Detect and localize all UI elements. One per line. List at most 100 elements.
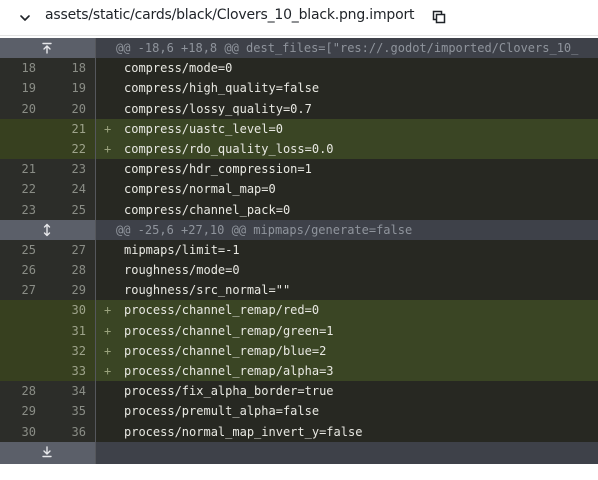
hunk-header: @@ -25,6 +27,10 @@ mipmaps/generate=fals… xyxy=(0,219,598,240)
code-text: compress/mode=0 xyxy=(124,61,233,76)
old-line-number: 26 xyxy=(21,263,36,278)
new-line-number: 25 xyxy=(71,202,86,217)
line-gutter: 28 34 xyxy=(0,381,96,402)
code-text: compress/rdo_quality_loss=0.0 xyxy=(124,141,334,156)
code-text: compress/channel_pack=0 xyxy=(124,202,291,217)
line-gutter: 21 23 xyxy=(0,159,96,180)
old-line-number: 30 xyxy=(21,424,36,439)
added-line: 31 + process/channel_remap/green=1 xyxy=(0,320,598,341)
code-text: compress/normal_map=0 xyxy=(124,182,276,197)
diff-plus-sign: + xyxy=(104,141,112,156)
new-line-number: 36 xyxy=(71,424,86,439)
code-text: compress/hdr_compression=1 xyxy=(124,162,312,177)
line-gutter: 26 28 xyxy=(0,260,96,281)
line-gutter: 29 35 xyxy=(0,401,96,422)
new-line-number: 20 xyxy=(71,101,86,116)
expand-up-icon[interactable] xyxy=(40,41,54,55)
context-line: 23 25 compress/channel_pack=0 xyxy=(0,199,598,220)
new-line-number: 23 xyxy=(71,162,86,177)
context-line: 18 18 compress/mode=0 xyxy=(0,58,598,79)
new-line-number: 18 xyxy=(71,61,86,76)
code-text: process/premult_alpha=false xyxy=(124,404,320,419)
old-line-number: 23 xyxy=(21,202,36,217)
old-line-number: 29 xyxy=(21,404,36,419)
diff-plus-sign: + xyxy=(104,303,112,318)
line-gutter: 19 19 xyxy=(0,78,96,99)
diff-plus-sign: + xyxy=(104,323,112,338)
new-line-number: 30 xyxy=(71,303,86,318)
chevron-down-icon[interactable] xyxy=(19,12,31,24)
line-gutter: 30 36 xyxy=(0,421,96,442)
old-line-number: 19 xyxy=(21,81,36,96)
line-gutter: 31 xyxy=(0,320,96,341)
code-text: process/fix_alpha_border=true xyxy=(124,384,334,399)
code-text: roughness/mode=0 xyxy=(124,263,240,278)
context-line: 29 35 process/premult_alpha=false xyxy=(0,401,598,422)
line-gutter: 22 xyxy=(0,138,96,160)
context-line: 27 29 roughness/src_normal="" xyxy=(0,280,598,301)
line-gutter: 27 29 xyxy=(0,280,96,301)
old-line-number: 18 xyxy=(21,61,36,76)
diff-plus-sign: + xyxy=(104,364,112,378)
line-gutter: 33 xyxy=(0,361,96,382)
diff-view: @@ -18,6 +18,8 @@ dest_files=["res://.go… xyxy=(0,38,598,464)
context-line: 25 27 mipmaps/limit=-1 xyxy=(0,239,598,261)
hunk-gutter xyxy=(0,219,96,240)
context-line: 28 34 process/fix_alpha_border=true xyxy=(0,381,598,402)
line-gutter: 18 18 xyxy=(0,58,96,79)
old-line-number: 27 xyxy=(21,283,36,298)
code-text: process/channel_remap/alpha=3 xyxy=(124,364,334,378)
added-line: 22 + compress/rdo_quality_loss=0.0 xyxy=(0,138,598,160)
code-text: compress/lossy_quality=0.7 xyxy=(124,101,312,116)
code-text: compress/uastc_level=0 xyxy=(124,121,283,136)
copy-path-icon[interactable] xyxy=(431,9,447,25)
file-header: assets/static/cards/black/Clovers_10_bla… xyxy=(0,0,598,36)
line-gutter: 20 20 xyxy=(0,98,96,119)
old-line-number: 28 xyxy=(21,384,36,399)
diff-plus-sign: + xyxy=(104,121,112,136)
added-line: 30 + process/channel_remap/red=0 xyxy=(0,300,598,321)
context-line: 20 20 compress/lossy_quality=0.7 xyxy=(0,98,598,119)
hunk-header-text: @@ -18,6 +18,8 @@ dest_files=["res://.go… xyxy=(116,41,579,55)
line-gutter: 22 24 xyxy=(0,179,96,200)
code-text: compress/high_quality=false xyxy=(124,81,320,96)
new-line-number: 31 xyxy=(71,323,86,338)
code-text: process/channel_remap/green=1 xyxy=(124,323,334,338)
line-gutter: 32 xyxy=(0,340,96,361)
new-line-number: 24 xyxy=(71,182,86,197)
code-text: mipmaps/limit=-1 xyxy=(124,242,240,257)
context-line: 22 24 compress/normal_map=0 xyxy=(0,179,598,200)
file-path: assets/static/cards/black/Clovers_10_bla… xyxy=(45,7,415,23)
new-line-number: 33 xyxy=(71,364,86,378)
new-line-number: 21 xyxy=(71,121,86,136)
expand-footer xyxy=(0,441,598,464)
context-line: 19 19 compress/high_quality=false xyxy=(0,78,598,99)
code-text: process/normal_map_invert_y=false xyxy=(124,424,363,439)
code-text: process/channel_remap/blue=2 xyxy=(124,343,327,358)
code-text: roughness/src_normal="" xyxy=(124,283,291,298)
added-line: 32 + process/channel_remap/blue=2 xyxy=(0,340,598,361)
context-line: 30 36 process/normal_map_invert_y=false xyxy=(0,421,598,442)
new-line-number: 28 xyxy=(71,263,86,278)
hunk-gutter xyxy=(0,38,96,59)
line-gutter: 25 27 xyxy=(0,239,96,261)
hunk-header-text: @@ -25,6 +27,10 @@ mipmaps/generate=fals… xyxy=(116,222,413,237)
new-line-number: 27 xyxy=(71,242,86,257)
new-line-number: 29 xyxy=(71,283,86,298)
diff-plus-sign: + xyxy=(104,343,112,358)
added-line: 33 + process/channel_remap/alpha=3 xyxy=(0,361,598,382)
old-line-number: 22 xyxy=(21,182,36,197)
expand-both-icon[interactable] xyxy=(40,223,54,237)
old-line-number: 25 xyxy=(21,242,36,257)
line-gutter: 21 xyxy=(0,118,96,139)
line-gutter: 30 xyxy=(0,300,96,321)
context-line: 26 28 roughness/mode=0 xyxy=(0,260,598,281)
expand-down-icon[interactable] xyxy=(40,445,54,459)
old-line-number: 20 xyxy=(21,101,36,116)
context-line: 21 23 compress/hdr_compression=1 xyxy=(0,159,598,180)
old-line-number: 21 xyxy=(21,162,36,177)
new-line-number: 22 xyxy=(71,141,86,156)
line-gutter: 23 25 xyxy=(0,199,96,220)
new-line-number: 19 xyxy=(71,81,86,96)
new-line-number: 32 xyxy=(71,343,86,358)
